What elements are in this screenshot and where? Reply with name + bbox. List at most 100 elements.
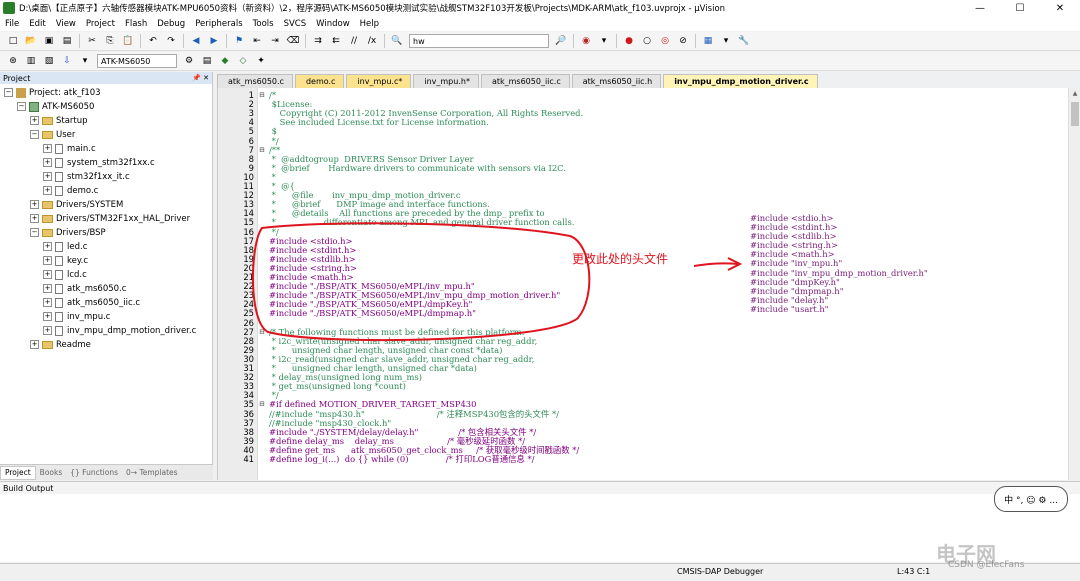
fold-toggle-icon[interactable]: ⊟ (259, 400, 266, 409)
target-select[interactable]: ATK-MS6050 (97, 54, 177, 68)
open-file-icon[interactable]: 📂 (24, 35, 38, 48)
tree-expander-icon[interactable]: − (4, 88, 13, 97)
tree-item[interactable]: + lcd.c (43, 268, 87, 281)
disable-breakpoint-icon[interactable]: ○ (640, 35, 654, 48)
tree-expander-icon[interactable]: + (43, 172, 52, 181)
editor-tab[interactable]: demo.c (294, 74, 345, 88)
comment-icon[interactable]: // (347, 35, 361, 48)
menu-peripherals[interactable]: Peripherals (190, 19, 247, 29)
editor-tab[interactable]: atk_ms6050_iic.h (571, 74, 662, 88)
tree-expander-icon[interactable]: − (30, 228, 39, 237)
dropdown-arrow-icon[interactable]: ▾ (78, 55, 92, 68)
floating-widget[interactable]: 中 °, ☺ ⚙ ... (994, 486, 1068, 512)
tree-expander-icon[interactable]: + (30, 200, 39, 209)
tree-expander-icon[interactable]: + (43, 158, 52, 167)
undo-icon[interactable]: ↶ (146, 35, 160, 48)
target-options-icon[interactable]: ⚙ (182, 55, 196, 68)
navigate-back-icon[interactable]: ◀ (189, 35, 203, 48)
editor-tab[interactable]: atk_ms6050.c (217, 74, 293, 88)
fold-toggle-icon[interactable]: ⊟ (259, 91, 266, 100)
tree-item[interactable]: + inv_mpu.c (43, 310, 110, 323)
maximize-button[interactable]: ☐ (1000, 3, 1040, 14)
pack-installer-icon[interactable]: ◆ (218, 55, 232, 68)
clear-bookmarks-icon[interactable]: ⌫ (286, 35, 300, 48)
tree-expander-icon[interactable]: + (43, 270, 52, 279)
tree-item[interactable]: + Drivers/STM32F1xx_HAL_Driver (30, 212, 190, 225)
menu-help[interactable]: Help (355, 19, 384, 29)
kill-breakpoints-icon[interactable]: ◎ (658, 35, 672, 48)
tree-item[interactable]: + main.c (43, 142, 96, 155)
tree-expander-icon[interactable]: + (30, 214, 39, 223)
tree-expander-icon[interactable]: − (30, 130, 39, 139)
window-layout-icon[interactable]: ▦ (701, 35, 715, 48)
tree-item[interactable]: − Project: atk_f103 (4, 86, 101, 99)
tree-item[interactable]: + system_stm32f1xx.c (43, 156, 155, 169)
tree-expander-icon[interactable]: + (43, 326, 52, 335)
next-bookmark-icon[interactable]: ⇥ (268, 35, 282, 48)
menu-project[interactable]: Project (81, 19, 120, 29)
scroll-up-icon[interactable]: ▲ (1069, 90, 1080, 97)
debug-start-icon[interactable]: ◉ (579, 35, 593, 48)
code-editor[interactable]: 1 2 3 4 5 6 7 8 9 10 11 12 13 14 15 16 17 18 19 20 21 22 23 24 2… (217, 88, 1080, 480)
menu-view[interactable]: View (51, 19, 81, 29)
fold-toggle-icon[interactable]: ⊟ (259, 146, 266, 155)
panel-tab[interactable]: Project (0, 465, 36, 480)
save-icon[interactable]: ▣ (42, 35, 56, 48)
tree-item[interactable]: + demo.c (43, 184, 98, 197)
find-icon[interactable]: 🔎 (554, 35, 568, 48)
build-icon[interactable]: ▥ (24, 55, 38, 68)
tree-item[interactable]: − Drivers/BSP (30, 226, 106, 239)
navigate-forward-icon[interactable]: ▶ (207, 35, 221, 48)
tree-expander-icon[interactable]: + (43, 284, 52, 293)
tree-item[interactable]: − User (30, 128, 75, 141)
indent-icon[interactable]: ⇉ (311, 35, 325, 48)
tree-expander-icon[interactable]: + (43, 242, 52, 251)
pin-icon[interactable]: 📌 ✕ (192, 74, 212, 82)
unindent-icon[interactable]: ⇇ (329, 35, 343, 48)
tree-item[interactable]: − ATK-MS6050 (17, 100, 94, 113)
download-icon[interactable]: ⇩ (60, 55, 74, 68)
tree-item[interactable]: + stm32f1xx_it.c (43, 170, 130, 183)
disable-all-breakpoints-icon[interactable]: ⊘ (676, 35, 690, 48)
dropdown-arrow-icon[interactable]: ▾ (597, 35, 611, 48)
copy-icon[interactable]: ⎘ (103, 35, 117, 48)
tree-expander-icon[interactable]: + (43, 256, 52, 265)
menu-flash[interactable]: Flash (120, 19, 152, 29)
paste-icon[interactable]: 📋 (121, 35, 135, 48)
tree-item[interactable]: + led.c (43, 240, 87, 253)
editor-tab[interactable]: inv_mpu.h* (413, 74, 479, 88)
menu-edit[interactable]: Edit (24, 19, 50, 29)
minimize-button[interactable]: — (960, 3, 1000, 14)
tree-item[interactable]: + Readme (30, 338, 91, 351)
new-file-icon[interactable]: □ (6, 35, 20, 48)
manage-project-items-icon[interactable]: ▤ (200, 55, 214, 68)
menu-tools[interactable]: Tools (248, 19, 279, 29)
panel-tab[interactable]: Books (36, 466, 67, 480)
uncomment-icon[interactable]: /x (365, 35, 379, 48)
bookmark-icon[interactable]: ⚑ (232, 35, 246, 48)
panel-tab[interactable]: 0→ Templates (122, 466, 182, 480)
tree-expander-icon[interactable]: + (43, 312, 52, 321)
tree-item[interactable]: + Startup (30, 114, 88, 127)
tree-item[interactable]: + inv_mpu_dmp_motion_driver.c (43, 324, 196, 337)
editor-tab[interactable]: atk_ms6050_iic.c (480, 74, 570, 88)
find-in-files-icon[interactable]: 🔍 (390, 35, 404, 48)
menu-debug[interactable]: Debug (152, 19, 190, 29)
tree-expander-icon[interactable]: + (30, 116, 39, 125)
scrollbar-thumb[interactable] (1071, 102, 1079, 126)
panel-tab[interactable]: {} Functions (66, 466, 122, 480)
tree-expander-icon[interactable]: + (43, 144, 52, 153)
close-button[interactable]: ✕ (1040, 3, 1080, 14)
save-all-icon[interactable]: ▤ (60, 35, 74, 48)
tree-expander-icon[interactable]: + (43, 298, 52, 307)
menu-window[interactable]: Window (311, 19, 355, 29)
manage-runtime-icon[interactable]: ◇ (236, 55, 250, 68)
configure-icon[interactable]: 🔧 (737, 35, 751, 48)
redo-icon[interactable]: ↷ (164, 35, 178, 48)
editor-vertical-scrollbar[interactable]: ▲ (1068, 88, 1080, 480)
cut-icon[interactable]: ✂ (85, 35, 99, 48)
editor-tab[interactable]: inv_mpu.c* (346, 74, 412, 88)
select-software-packs-icon[interactable]: ✦ (254, 55, 268, 68)
tree-item[interactable]: + atk_ms6050.c (43, 282, 126, 295)
prev-bookmark-icon[interactable]: ⇤ (250, 35, 264, 48)
